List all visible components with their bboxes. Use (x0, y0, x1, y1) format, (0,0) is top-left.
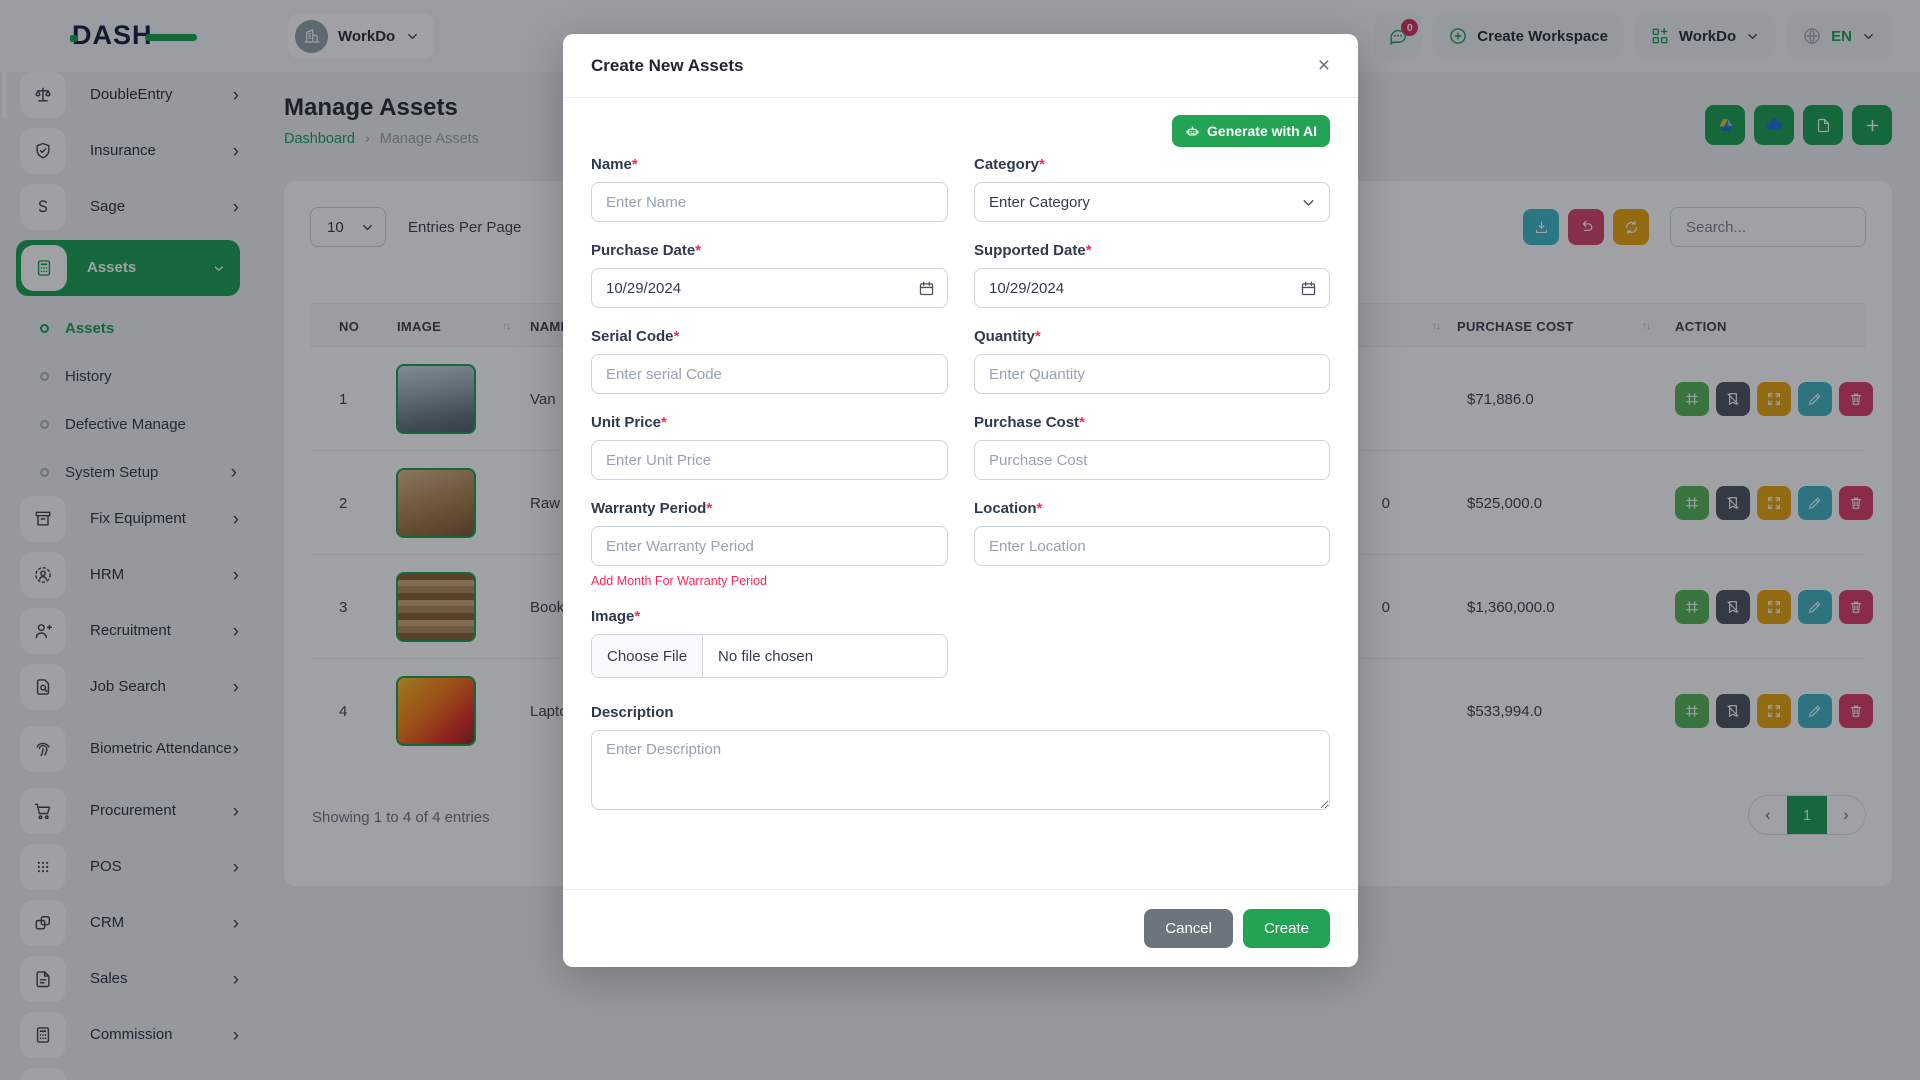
purchase-date-input[interactable]: 10/29/2024 (591, 268, 948, 308)
calendar-icon (918, 280, 935, 297)
field-label: Category (974, 156, 1039, 173)
field-unit-price: Unit Price* (591, 414, 948, 480)
location-input[interactable] (974, 526, 1330, 566)
required-marker: * (1039, 156, 1045, 173)
calendar-icon (1300, 280, 1317, 297)
field-label: Supported Date (974, 242, 1086, 259)
required-marker: * (634, 608, 640, 625)
required-marker: * (1037, 500, 1043, 517)
create-button[interactable]: Create (1243, 909, 1330, 948)
required-marker: * (1079, 414, 1085, 431)
field-purchase-date: Purchase Date* 10/29/2024 (591, 242, 948, 308)
image-file-input[interactable]: Choose File No file chosen (591, 634, 948, 678)
required-marker: * (632, 156, 638, 173)
purchase-cost-input[interactable] (974, 440, 1330, 480)
field-label: Purchase Cost (974, 414, 1079, 431)
field-label: Image (591, 608, 634, 625)
field-description: Description (591, 704, 1330, 815)
create-assets-modal: Create New Assets × Generate with AI Nam… (563, 34, 1358, 967)
field-label: Name (591, 156, 632, 173)
field-purchase-cost: Purchase Cost* (974, 414, 1330, 480)
required-marker: * (674, 328, 680, 345)
field-label: Quantity (974, 328, 1035, 345)
required-marker: * (706, 500, 712, 517)
required-marker: * (661, 414, 667, 431)
field-label: Unit Price (591, 414, 661, 431)
modal-footer: Cancel Create (563, 889, 1358, 967)
quantity-input[interactable] (974, 354, 1330, 394)
category-select[interactable]: Enter Category (974, 182, 1330, 222)
chevron-down-icon (1300, 194, 1317, 211)
field-location: Location* (974, 500, 1330, 588)
required-marker: * (1086, 242, 1092, 259)
field-supported-date: Supported Date* 10/29/2024 (974, 242, 1330, 308)
modal-header: Create New Assets × (563, 34, 1358, 98)
field-serial-code: Serial Code* (591, 328, 948, 394)
field-label: Serial Code (591, 328, 674, 345)
choose-file-button[interactable]: Choose File (592, 635, 703, 677)
required-marker: * (1035, 328, 1041, 345)
field-label: Location (974, 500, 1037, 517)
field-label: Description (591, 704, 674, 721)
supported-date-input[interactable]: 10/29/2024 (974, 268, 1330, 308)
field-category: Category* Enter Category (974, 156, 1330, 222)
description-textarea[interactable] (591, 730, 1330, 810)
warranty-period-input[interactable] (591, 526, 948, 566)
required-marker: * (695, 242, 701, 259)
warranty-hint-text: Add Month For Warranty Period (591, 574, 948, 588)
field-warranty-period: Warranty Period* Add Month For Warranty … (591, 500, 948, 588)
field-name: Name* (591, 156, 948, 222)
field-quantity: Quantity* (974, 328, 1330, 394)
modal-body: Generate with AI Name* Category* Enter C… (563, 98, 1358, 889)
close-icon[interactable]: × (1318, 55, 1330, 76)
file-chosen-text: No file chosen (703, 635, 828, 677)
modal-title: Create New Assets (591, 56, 743, 76)
robot-icon (1185, 124, 1200, 139)
generate-with-ai-button[interactable]: Generate with AI (1172, 115, 1330, 147)
unit-price-input[interactable] (591, 440, 948, 480)
field-image: Image* Choose File No file chosen (591, 608, 948, 678)
field-label: Warranty Period (591, 500, 706, 517)
name-input[interactable] (591, 182, 948, 222)
serial-code-input[interactable] (591, 354, 948, 394)
field-label: Purchase Date (591, 242, 695, 259)
cancel-button[interactable]: Cancel (1144, 909, 1233, 948)
